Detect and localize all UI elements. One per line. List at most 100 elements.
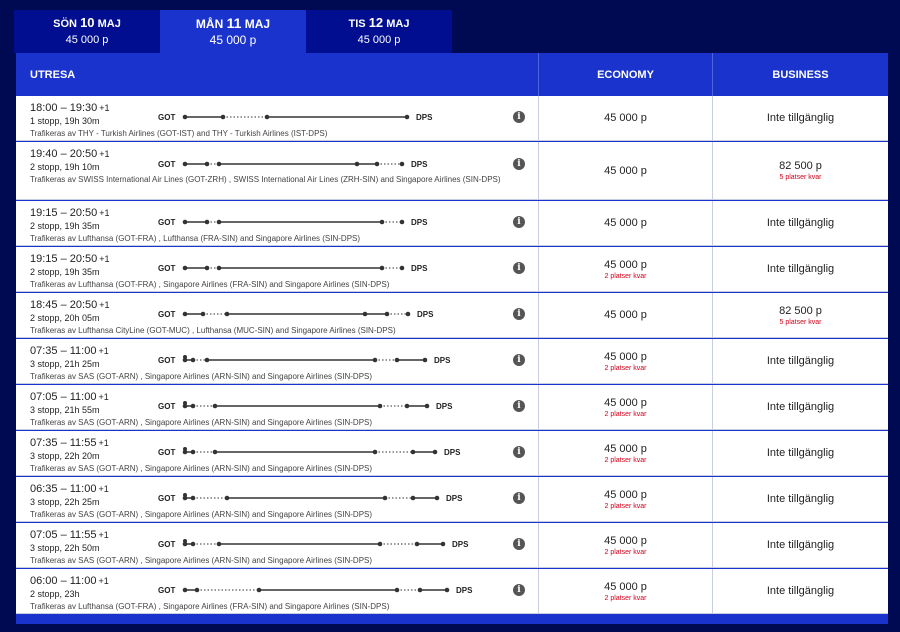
stops-duration: 1 stopp, 19h 30m [30,116,100,126]
operated-by: Trafikeras av Lufthansa (GOT-FRA) , Sing… [30,602,390,611]
business-fare-cell[interactable]: Inte tillgänglig [713,201,888,245]
economy-price: 45 000 p [604,164,647,177]
date-tab-sun-10[interactable]: SÖN 10 MAJ 45 000 p [14,10,160,53]
business-fare-cell[interactable]: Inte tillgänglig [713,523,888,567]
flight-row[interactable]: 06:35 – 11:00 +1 3 stopp, 22h 25m Trafike… [16,477,888,522]
flight-time: 19:15 – 20:50 +1 [30,207,110,219]
stops-duration: 2 stopp, 23h [30,589,80,599]
flight-info-cell: 06:35 – 11:00 +1 3 stopp, 22h 25m Trafike… [16,477,539,521]
next-day-indicator: +1 [98,392,109,402]
business-fare-cell[interactable]: 82 500 p 5 platser kvar [713,142,888,199]
stops-duration: 2 stopp, 19h 10m [30,162,100,172]
operated-by: Trafikeras av Lufthansa (GOT-FRA) , Sing… [30,280,390,289]
destination-code: DPS [444,448,461,457]
origin-code: GOT [158,310,176,319]
destination-code: DPS [411,160,428,169]
economy-price: 45 000 p [604,442,647,455]
business-fare-cell[interactable]: Inte tillgänglig [713,477,888,521]
business-price: Inte tillgänglig [766,493,835,505]
destination-code: DPS [446,494,463,503]
economy-fare-cell[interactable]: 45 000 p [539,293,713,337]
flight-row[interactable]: 07:05 – 11:55 +1 3 stopp, 22h 50m Trafike… [16,523,888,568]
flight-row[interactable]: 07:35 – 11:00 +1 3 stopp, 21h 25m Trafike… [16,339,888,384]
flight-row[interactable]: 18:00 – 19:30 +1 1 stopp, 19h 30m Trafike… [16,96,888,141]
flight-time: 07:35 – 11:00 +1 [30,345,109,357]
info-icon[interactable]: i [513,400,525,412]
flight-row[interactable]: 18:45 – 20:50 +1 2 stopp, 20h 05m Trafike… [16,293,888,338]
info-icon[interactable]: i [513,111,525,123]
economy-seats-left: 2 platser kvar [604,548,647,556]
info-icon[interactable]: i [513,584,525,596]
economy-fare-cell[interactable]: 45 000 p 2 platser kvar [539,569,713,613]
economy-fare-cell[interactable]: 45 000 p 2 platser kvar [539,385,713,429]
economy-fare-cell[interactable]: 45 000 p [539,142,713,199]
business-price: 82 500 p [779,304,822,317]
business-price: Inte tillgänglig [766,585,835,597]
economy-fare-cell[interactable]: 45 000 p 2 platser kvar [539,523,713,567]
flight-row[interactable]: 19:15 – 20:50 +1 2 stopp, 19h 35m Trafike… [16,247,888,292]
operated-by: Trafikeras av Lufthansa (GOT-FRA) , Luft… [30,234,361,243]
flight-info-cell: 07:05 – 11:55 +1 3 stopp, 22h 50m Trafike… [16,523,539,567]
route-timeline-icon [182,539,446,547]
economy-price: 45 000 p [604,488,647,501]
next-day-indicator: +1 [98,484,109,494]
operated-by: Trafikeras av SWISS International Air Li… [30,175,501,184]
flight-row[interactable]: 06:00 – 11:00 +1 2 stopp, 23h Trafikeras … [16,569,888,614]
destination-code: DPS [411,218,428,227]
info-icon[interactable]: i [513,446,525,458]
date-tab-day: TIS 12 MAJ [348,15,410,31]
info-icon[interactable]: i [513,216,525,228]
route-timeline-icon [182,114,410,120]
operated-by: Trafikeras av SAS (GOT-ARN) , Singapore … [30,418,373,427]
flight-row[interactable]: 07:05 – 11:00 +1 3 stopp, 21h 55m Trafike… [16,385,888,430]
business-fare-cell[interactable]: 82 500 p 5 platser kvar [713,293,888,337]
flight-info-cell: 19:15 – 20:50 +1 2 stopp, 19h 35m Trafike… [16,201,539,245]
flight-time: 07:05 – 11:00 +1 [30,391,109,403]
economy-fare-cell[interactable]: 45 000 p [539,96,713,140]
economy-fare-cell[interactable]: 45 000 p 2 platser kvar [539,247,713,291]
economy-fare-cell[interactable]: 45 000 p 2 platser kvar [539,477,713,521]
flight-row[interactable]: 07:35 – 11:55 +1 3 stopp, 22h 20m Trafike… [16,431,888,476]
info-icon[interactable]: i [513,262,525,274]
economy-fare-cell[interactable]: 45 000 p 2 platser kvar [539,339,713,383]
route-timeline-icon [182,355,428,363]
business-fare-cell[interactable]: Inte tillgänglig [713,385,888,429]
business-fare-cell[interactable]: Inte tillgänglig [713,569,888,613]
flight-results-panel: UTRESA ECONOMY BUSINESS 18:00 – 19:30 +1 … [16,53,888,624]
stops-duration: 3 stopp, 22h 25m [30,497,100,507]
economy-fare-cell[interactable]: 45 000 p 2 platser kvar [539,431,713,475]
business-fare-cell[interactable]: Inte tillgänglig [713,431,888,475]
info-icon[interactable]: i [513,354,525,366]
destination-code: DPS [417,310,434,319]
operated-by: Trafikeras av SAS (GOT-ARN) , Singapore … [30,464,373,473]
economy-price: 45 000 p [604,309,647,321]
economy-seats-left: 2 platser kvar [604,364,647,372]
business-fare-cell[interactable]: Inte tillgänglig [713,339,888,383]
date-tab-mon-11[interactable]: MÅN 11 MAJ 45 000 p [160,10,306,53]
flight-row[interactable]: 19:40 – 20:50 +1 2 stopp, 19h 10m Trafike… [16,142,888,200]
next-day-indicator: +1 [99,300,110,310]
header-business: BUSINESS [772,69,829,81]
economy-fare-cell[interactable]: 45 000 p [539,201,713,245]
date-tab-tue-12[interactable]: TIS 12 MAJ 45 000 p [306,10,452,53]
operated-by: Trafikeras av Lufthansa CityLine (GOT-MU… [30,326,396,335]
flight-info-cell: 18:00 – 19:30 +1 1 stopp, 19h 30m Trafike… [16,96,539,140]
info-icon[interactable]: i [513,492,525,504]
route-timeline-icon [182,311,411,317]
info-icon[interactable]: i [513,538,525,550]
business-fare-cell[interactable]: Inte tillgänglig [713,247,888,291]
info-icon[interactable]: i [513,158,525,170]
flight-time: 06:00 – 11:00 +1 [30,575,109,587]
economy-seats-left: 2 platser kvar [604,456,647,464]
economy-price: 45 000 p [604,217,647,229]
stops-duration: 3 stopp, 22h 50m [30,543,100,553]
next-day-indicator: +1 [99,103,110,113]
date-tab-price: 45 000 p [65,34,109,46]
origin-code: GOT [158,264,176,273]
flight-row[interactable]: 19:15 – 20:50 +1 2 stopp, 19h 35m Trafike… [16,201,888,246]
info-icon[interactable]: i [513,308,525,320]
business-fare-cell[interactable]: Inte tillgänglig [713,96,888,140]
flight-time: 18:00 – 19:30 +1 [30,102,110,114]
flight-info-cell: 07:05 – 11:00 +1 3 stopp, 21h 55m Trafike… [16,385,539,429]
stops-duration: 3 stopp, 22h 20m [30,451,100,461]
